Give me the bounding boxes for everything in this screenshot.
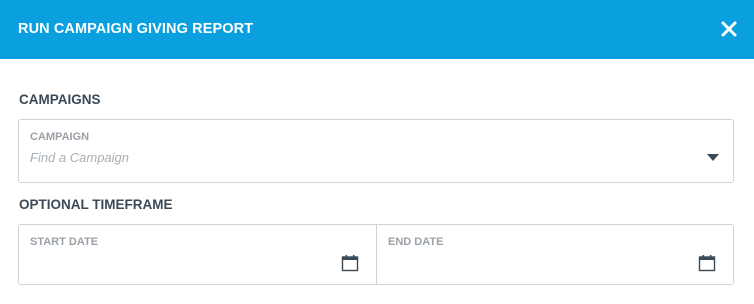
- campaigns-section-label: CAMPAIGNS: [19, 92, 101, 107]
- timeframe-section-label: OPTIONAL TIMEFRAME: [19, 197, 173, 212]
- end-date-field[interactable]: END DATE: [376, 224, 734, 285]
- campaign-field-label: CAMPAIGN: [30, 131, 90, 143]
- chevron-down-icon[interactable]: [707, 154, 719, 161]
- calendar-icon[interactable]: [698, 254, 716, 272]
- close-button[interactable]: [719, 19, 739, 39]
- campaign-placeholder: Find a Campaign: [30, 150, 129, 165]
- modal-title: RUN CAMPAIGN GIVING REPORT: [18, 21, 254, 37]
- calendar-icon[interactable]: [341, 254, 359, 272]
- close-icon: [721, 21, 737, 37]
- start-date-label: START DATE: [30, 236, 99, 248]
- modal-header: RUN CAMPAIGN GIVING REPORT: [0, 0, 754, 59]
- start-date-field[interactable]: START DATE: [18, 224, 377, 285]
- campaign-select[interactable]: CAMPAIGN Find a Campaign: [18, 119, 734, 183]
- end-date-label: END DATE: [388, 236, 444, 248]
- report-modal: RUN CAMPAIGN GIVING REPORT CAMPAIGNS CAM…: [0, 0, 754, 304]
